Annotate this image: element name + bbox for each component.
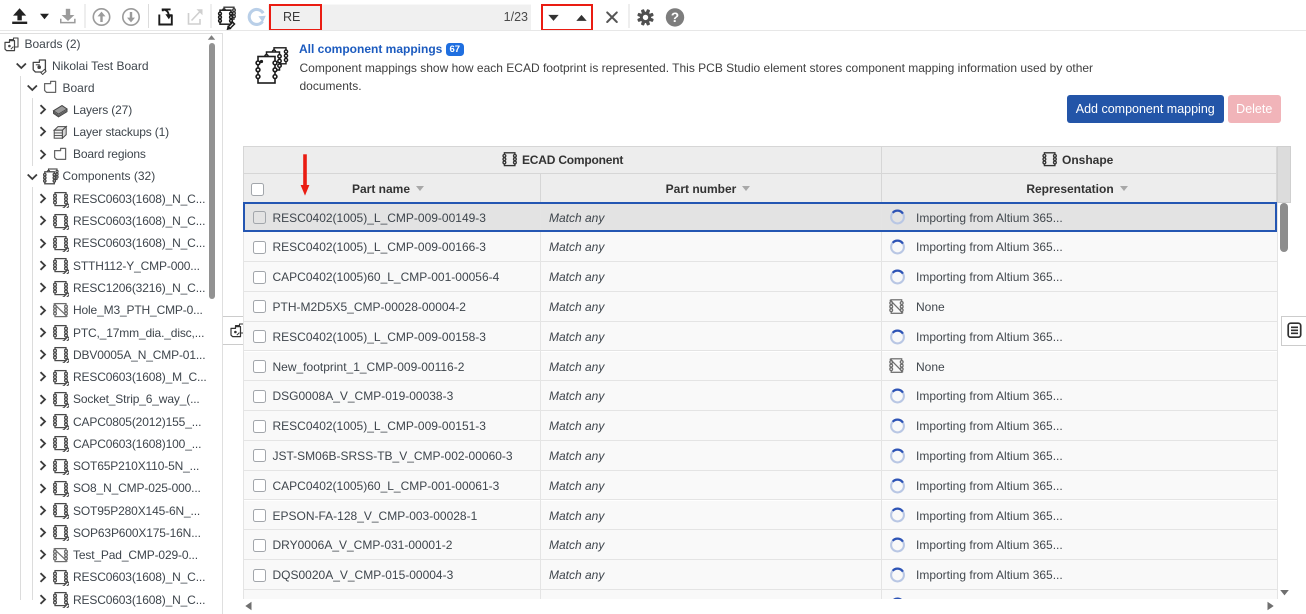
- svg-text:?: ?: [671, 10, 679, 25]
